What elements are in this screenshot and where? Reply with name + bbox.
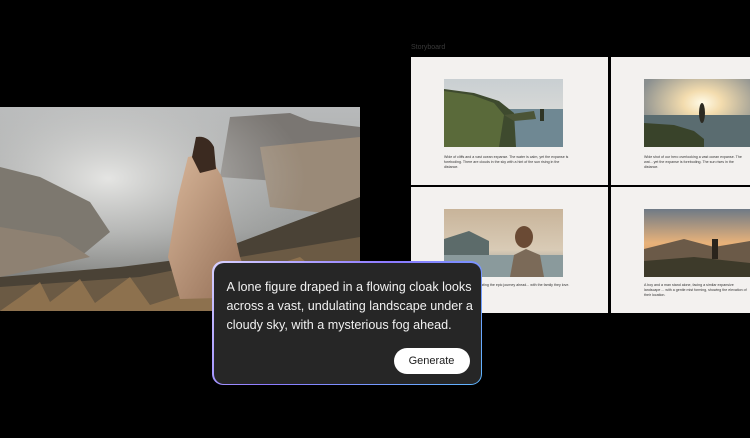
- generate-button[interactable]: Generate: [393, 347, 470, 374]
- panel-1-image: [444, 79, 563, 147]
- panel-4-image: [644, 209, 750, 277]
- panel-2-image: [644, 79, 750, 147]
- storyboard-panel-2[interactable]: Wide shot of our hero overlooking a vast…: [611, 57, 750, 185]
- prompt-box: A lone figure draped in a flowing cloak …: [212, 261, 482, 385]
- prompt-panel: A lone figure draped in a flowing cloak …: [213, 262, 481, 384]
- storyboard-panel-4[interactable]: A boy and a man stand alone, facing a si…: [611, 187, 750, 313]
- storyboard-label: Storyboard: [411, 44, 446, 51]
- panel-1-caption: Wide of cliffs and a vast ocean expanse.…: [444, 155, 569, 169]
- storyboard-panel-1[interactable]: Wide of cliffs and a vast ocean expanse.…: [411, 57, 608, 185]
- prompt-text[interactable]: A lone figure draped in a flowing cloak …: [227, 278, 475, 335]
- panel-2-caption: Wide shot of our hero overlooking a vast…: [644, 155, 742, 169]
- panel-4-caption: A boy and a man stand alone, facing a si…: [644, 283, 747, 297]
